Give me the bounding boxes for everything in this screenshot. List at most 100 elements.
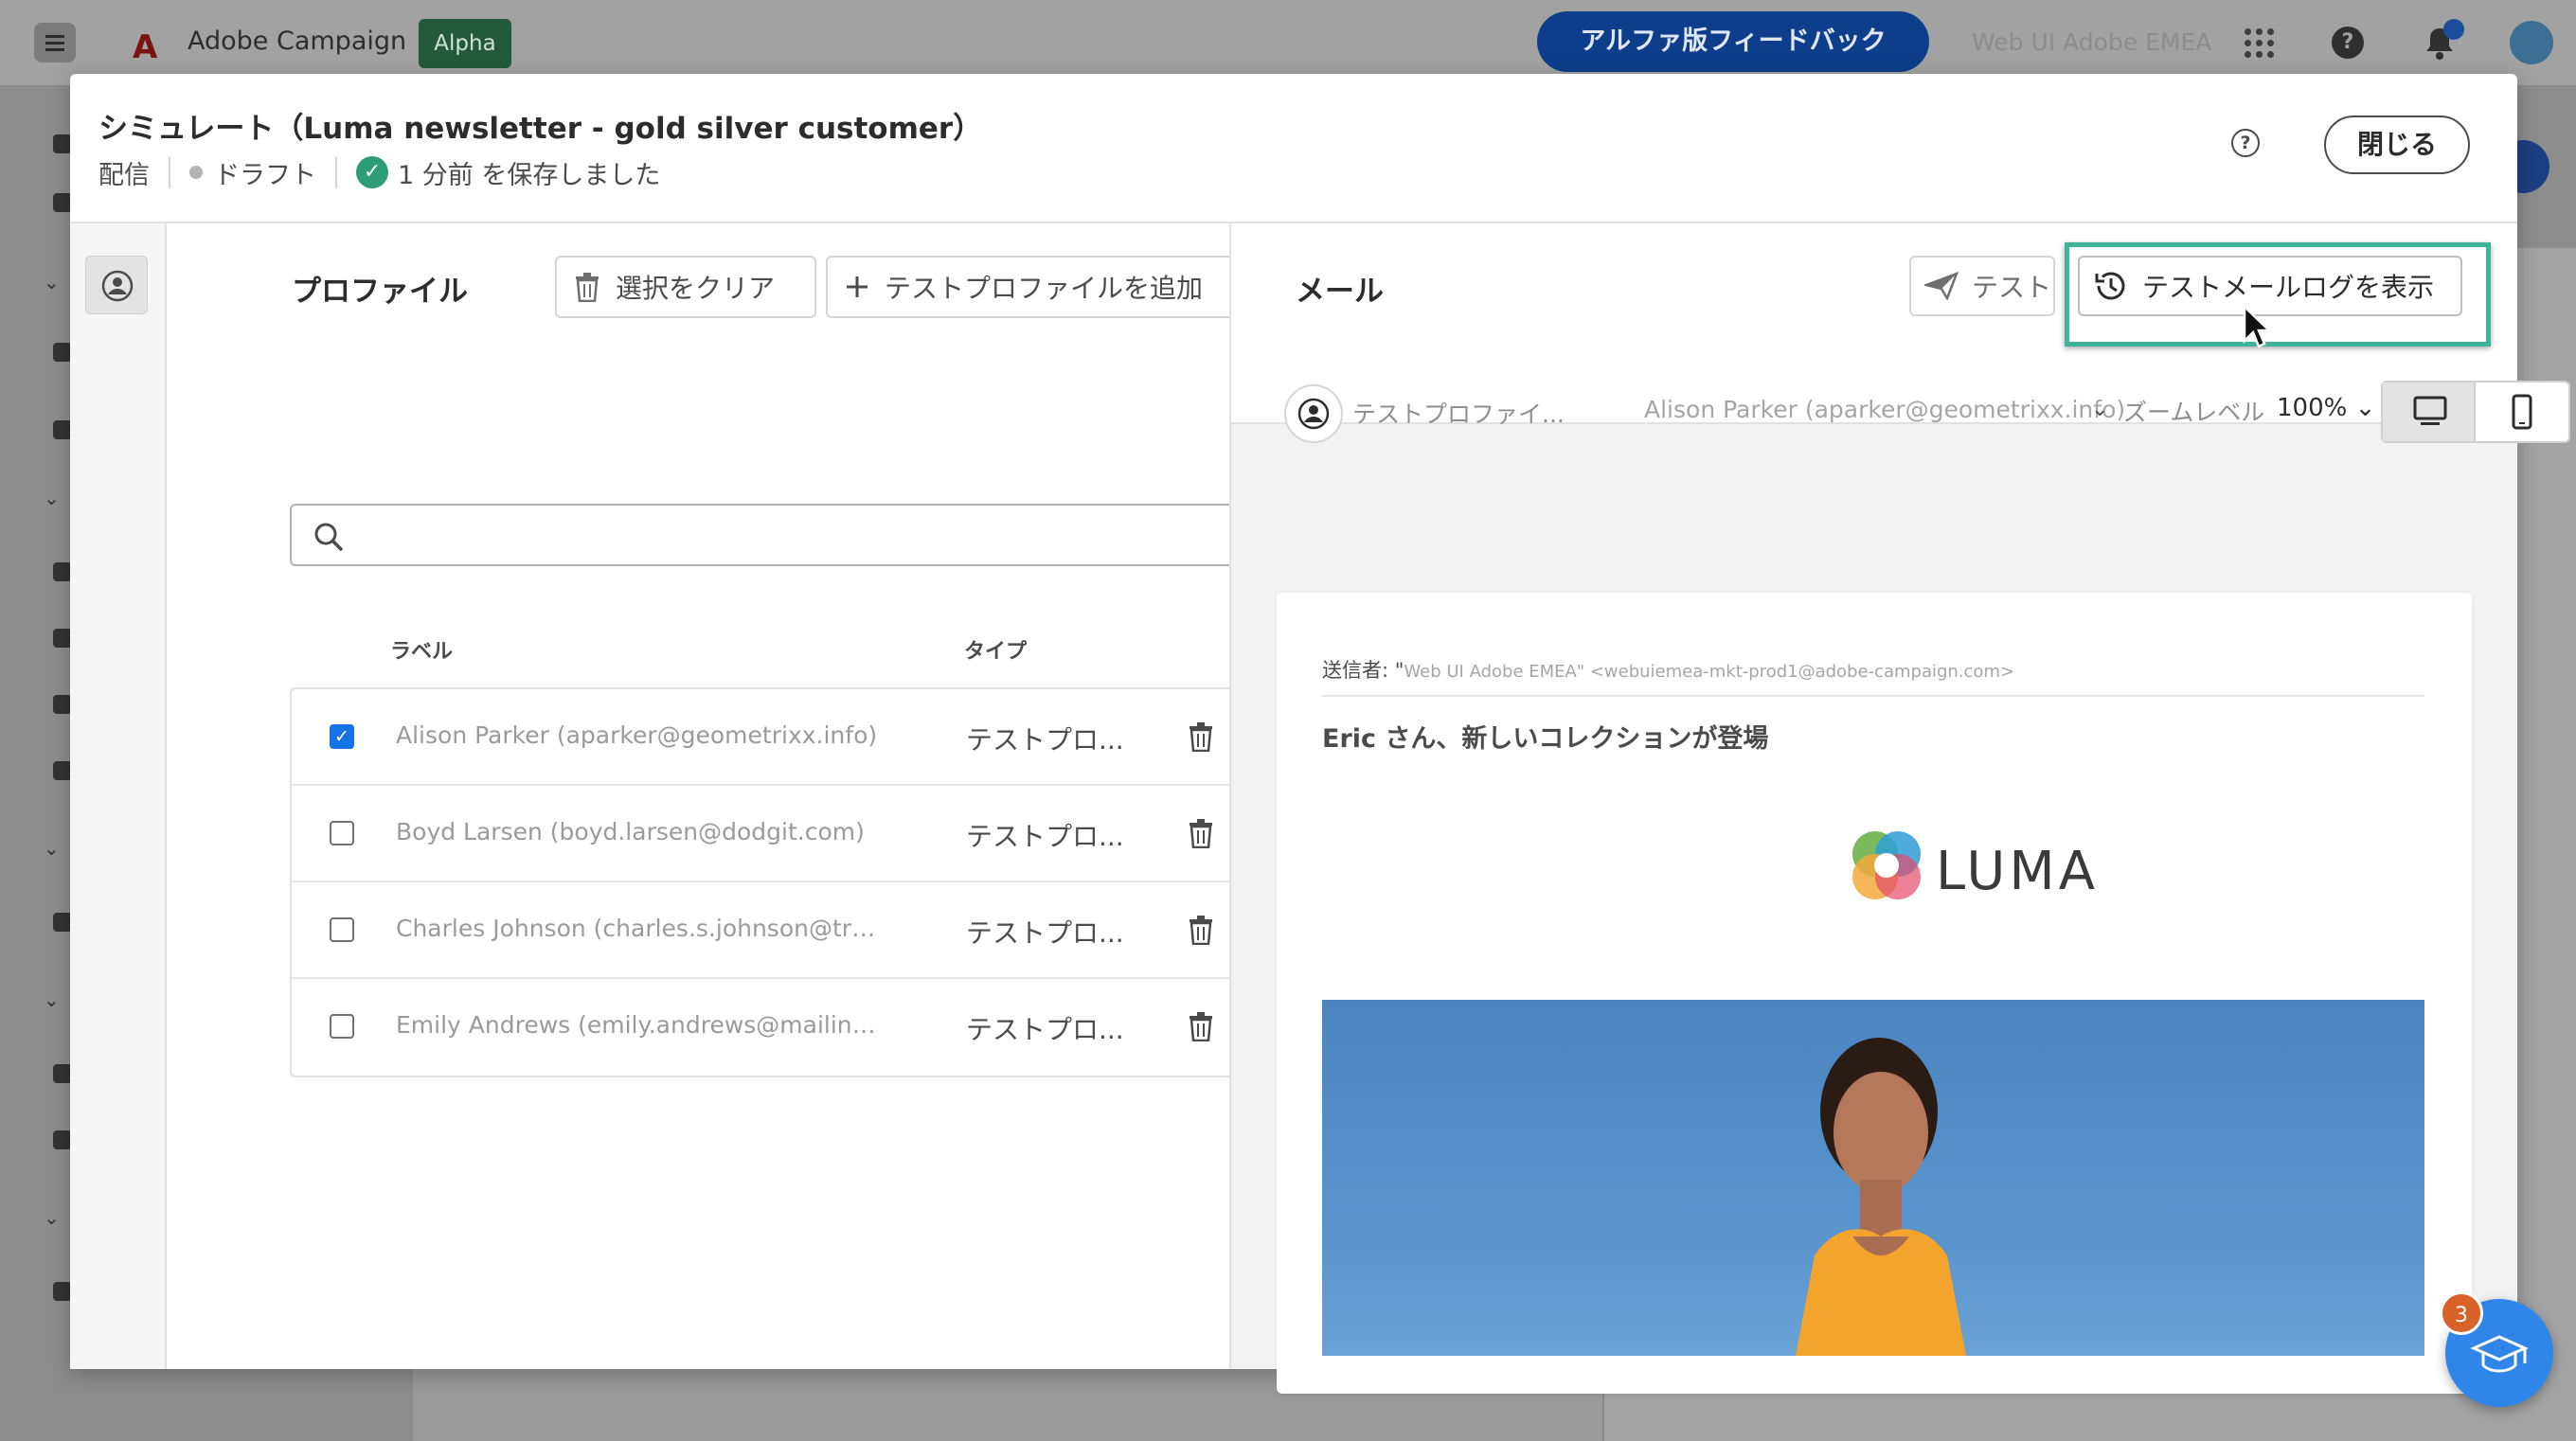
column-header-label[interactable]: ラベル [390,634,453,665]
status-label: ドラフト [214,160,316,190]
clear-selection-label: 選択をクリア [616,273,776,304]
email-preview-panel: メール テスト テストメールログを表示 テストプロファイ... Alison P… [1231,223,2570,1394]
profiles-rail-button[interactable] [85,256,148,314]
background-nav-icon [53,761,72,780]
check-circle-icon: ✓ [356,156,388,188]
test-profile-picker[interactable]: Alison Parker (aparker@geometrixx.info) [1644,396,2125,423]
background-nav-icon [53,695,72,714]
profile-avatar-icon [1284,384,1343,443]
email-subject: Eric さん、新しいコレクションが登場 [1322,724,1769,754]
profiles-panel: プロファイル 選択をクリア テストプロファイルを追加 ラベル タイプ ✓ Ali… [167,223,1241,1369]
dialog-meta: 配信 ドラフト ✓ 1 分前 を保存しました [98,153,660,191]
device-toggle [2381,381,2570,443]
email-body: LUMA [1322,773,2424,1356]
notification-count-badge: 3 [2440,1291,2483,1335]
apps-grid-icon[interactable] [2245,28,2275,59]
send-icon [1924,272,1959,300]
background-chevron-icon: ⌄ [44,487,60,509]
row-checkbox[interactable] [330,821,354,845]
trash-icon[interactable] [1188,1011,1214,1041]
divider [335,156,337,188]
status-dot-icon [189,166,203,179]
row-checkbox[interactable] [330,917,354,942]
profile-type: テストプロ... [966,821,1124,852]
sender-line: 送信者: "Web UI Adobe EMEA" <webuiemea-mkt-… [1322,655,2440,684]
background-nav-icon [53,913,72,932]
test-button[interactable]: テスト [1909,256,2055,316]
background-nav-icon [53,420,72,439]
mobile-view-button[interactable] [2476,382,2568,441]
background-chevron-icon: ⌄ [44,988,60,1011]
profiles-title: プロファイル [292,275,468,309]
help-icon[interactable]: ? [2231,129,2260,157]
background-nav-icon [53,629,72,648]
menu-icon[interactable] [34,23,76,62]
desktop-view-button[interactable] [2383,382,2476,441]
row-checkbox[interactable]: ✓ [330,724,354,749]
trash-icon[interactable] [1188,721,1214,752]
table-row[interactable]: ✓ Alison Parker (aparker@geometrixx.info… [292,689,1239,786]
view-log-label: テストメールログを表示 [2142,272,2435,303]
background-chevron-icon: ⌄ [44,1206,60,1229]
profile-label: Boyd Larsen (boyd.larsen@dodgit.com) [396,818,865,845]
saved-status: 1 分前 を保存しました [398,160,661,190]
hero-image [1322,1000,2424,1356]
logo-header: LUMA [1322,773,2424,1000]
table-row[interactable]: Emily Andrews (emily.andrews@mailinator.… [292,979,1239,1076]
profile-label: Charles Johnson (charles.s.johnson@trash… [396,915,888,942]
org-name[interactable]: Web UI Adobe EMEA [1972,28,2211,56]
background-nav-icon [53,1064,72,1083]
luma-logo-icon [1852,831,1921,899]
app-name: Adobe Campaign [188,27,407,56]
adobe-logo-icon: A [133,28,158,66]
trash-icon [576,273,599,302]
zoom-picker[interactable]: 100% ⌄ [2277,394,2375,422]
row-checkbox[interactable] [330,1014,354,1039]
test-profile-label: テストプロファイ... [1352,400,1565,428]
table-row[interactable]: Charles Johnson (charles.s.johnson@trash… [292,882,1239,979]
user-avatar[interactable] [2510,21,2553,64]
background-nav-icon [53,562,72,581]
email-panel-header: メール テスト テストメールログを表示 [1231,223,2517,422]
simulate-dialog: シミュレート（Luma newsletter - gold silver cus… [70,74,2570,1394]
clear-selection-button[interactable]: 選択をクリア [555,256,816,318]
feedback-button[interactable]: アルファ版フィードバック [1537,11,1929,72]
chevron-down-icon[interactable]: ⌄ [2091,398,2108,421]
search-input[interactable] [290,504,1241,566]
alpha-badge: Alpha [419,19,511,68]
background-chevron-icon: ⌄ [44,837,60,860]
desktop-icon [2413,396,2447,425]
background-nav-icon [53,193,72,212]
sender-prefix: 送信者: " [1322,659,1404,682]
profile-label: Alison Parker (aparker@geometrixx.info) [396,721,878,749]
column-header-type[interactable]: タイプ [964,634,1027,665]
add-test-profile-button[interactable]: テストプロファイルを追加 [826,256,1241,318]
close-button[interactable]: 閉じる [2324,116,2470,174]
channel-label: 配信 [98,160,150,190]
background-sidebar: ⌄ ⌄ ⌄ ⌄ ⌄ [0,89,72,1441]
notification-dot [2443,19,2464,40]
trash-icon[interactable] [1188,915,1214,945]
trash-icon[interactable] [1188,818,1214,848]
background-nav-icon [53,343,72,362]
background-chevron-icon: ⌄ [44,271,60,294]
sender-address: Web UI Adobe EMEA" <webuiemea-mkt-prod1@… [1404,662,2015,682]
mouse-cursor-icon [2243,305,2271,348]
brand-name: LUMA [1936,841,2100,902]
zoom-label: ズームレベル [2123,399,2265,426]
zoom-value: 100% [2277,394,2348,422]
profile-type: テストプロ... [966,724,1124,756]
email-title: メール [1296,275,1384,309]
mobile-icon [2512,394,2532,430]
table-row[interactable]: Boyd Larsen (boyd.larsen@dodgit.com) テスト… [292,786,1239,882]
divider [169,156,170,188]
help-icon[interactable]: ? [2332,27,2364,59]
profiles-table: ✓ Alison Parker (aparker@geometrixx.info… [290,687,1241,1077]
dialog-title: シミュレート（Luma newsletter - gold silver cus… [98,112,983,146]
profile-type: テストプロ... [966,1014,1124,1045]
user-circle-icon [101,270,134,302]
test-label: テスト [1972,272,2052,303]
email-preview: 送信者: "Web UI Adobe EMEA" <webuiemea-mkt-… [1277,593,2472,1394]
profile-type: テストプロ... [966,917,1124,949]
add-test-profile-label: テストプロファイルを追加 [885,273,1204,304]
